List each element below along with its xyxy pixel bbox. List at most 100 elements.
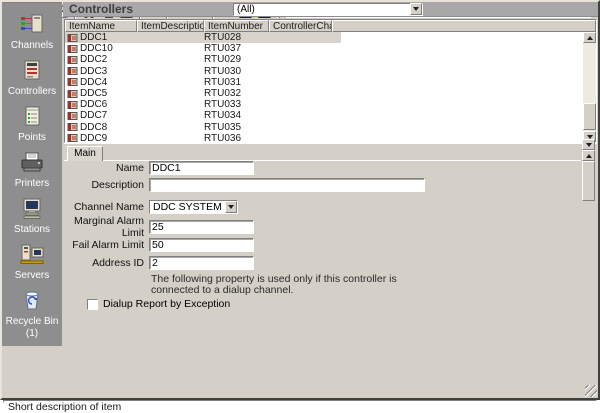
row-item-name: DDC9 bbox=[80, 133, 107, 142]
controller-icon bbox=[67, 44, 78, 54]
controller-icon bbox=[67, 122, 78, 132]
sidebar-item-label: Points bbox=[4, 132, 60, 143]
controllers-icon bbox=[19, 58, 45, 82]
controller-icon bbox=[67, 55, 78, 65]
row-item-name: DDC1 bbox=[80, 32, 107, 43]
sidebar-item-label: Recycle Bin bbox=[4, 316, 60, 327]
chevron-down-icon bbox=[413, 7, 419, 11]
name-input[interactable] bbox=[149, 161, 254, 175]
chevron-up-icon bbox=[586, 154, 592, 158]
sidebar-item-points[interactable]: Points bbox=[4, 104, 60, 143]
resize-grip[interactable] bbox=[585, 385, 597, 397]
filter-dropdown-value: (All) bbox=[234, 4, 410, 15]
property-form: Main Name Description Channel Name DDC S… bbox=[64, 143, 597, 144]
row-item-number: RTU030 bbox=[204, 66, 269, 77]
row-item-number: RTU032 bbox=[204, 88, 269, 99]
quick-builder-window: Quick Builder - I:\bei fen\DY\r200 DELL.… bbox=[0, 0, 600, 400]
servers-icon bbox=[19, 242, 45, 266]
row-item-name: DDC2 bbox=[80, 54, 107, 65]
row-item-number: RTU036 bbox=[204, 133, 269, 142]
row-item-number: RTU029 bbox=[204, 54, 269, 65]
description-input[interactable] bbox=[149, 178, 425, 192]
scroll-thumb[interactable] bbox=[582, 161, 595, 201]
table-row[interactable]: DDC8 RTU035 bbox=[65, 122, 583, 133]
row-item-name: DDC3 bbox=[80, 66, 107, 77]
column-header-itemname[interactable]: ItemName bbox=[65, 20, 137, 32]
table-row[interactable]: DDC1 RTU028 bbox=[65, 32, 583, 43]
dialup-checkbox-label: Dialup Report by Exception bbox=[103, 298, 230, 310]
table-row[interactable]: DDC6 RTU033 bbox=[65, 99, 583, 110]
table-row[interactable]: DDC3 RTU030 bbox=[65, 66, 583, 77]
controller-icon bbox=[67, 66, 78, 76]
scroll-down-button[interactable] bbox=[582, 139, 595, 150]
marginal-alarm-limit-input[interactable] bbox=[149, 220, 254, 234]
row-item-number: RTU033 bbox=[204, 99, 269, 110]
row-item-name: DDC5 bbox=[80, 88, 107, 99]
sidebar-item-label: Servers bbox=[4, 270, 60, 281]
row-item-number: RTU031 bbox=[204, 77, 269, 88]
column-header-itemdescription[interactable]: ItemDescription bbox=[137, 20, 204, 32]
row-item-name: DDC6 bbox=[80, 99, 107, 110]
channel-name-select[interactable]: DDC SYSTEM bbox=[149, 200, 238, 214]
scroll-track[interactable] bbox=[583, 43, 596, 131]
table-row[interactable]: DDC7 RTU034 bbox=[65, 110, 583, 121]
controller-icon bbox=[67, 133, 78, 142]
sidebar: Channels Controllers Points Printers Sta… bbox=[2, 2, 62, 346]
sidebar-item-servers[interactable]: Servers bbox=[4, 242, 60, 281]
controller-icon bbox=[67, 77, 78, 87]
tab-main[interactable]: Main bbox=[67, 146, 103, 161]
view-title: Controllers bbox=[63, 2, 233, 16]
sidebar-item-channels[interactable]: Channels bbox=[4, 12, 60, 51]
dialup-checkbox-row: Dialup Report by Exception bbox=[87, 298, 230, 310]
sidebar-item-stations[interactable]: Stations bbox=[4, 196, 60, 235]
fail-alarm-limit-input[interactable] bbox=[149, 238, 254, 252]
sidebar-item-label: Stations bbox=[4, 224, 60, 235]
address-id-label: Address ID bbox=[64, 257, 149, 269]
dialup-checkbox[interactable] bbox=[87, 299, 98, 310]
table-row[interactable]: DDC5 RTU032 bbox=[65, 88, 583, 99]
filter-drop-button[interactable] bbox=[410, 3, 422, 15]
marginal-alarm-limit-label: Marginal Alarm Limit bbox=[64, 215, 149, 239]
printers-icon bbox=[19, 150, 45, 174]
name-label: Name bbox=[64, 162, 149, 174]
scroll-thumb[interactable] bbox=[583, 103, 596, 130]
row-item-number: RTU035 bbox=[204, 122, 269, 133]
row-item-name: DDC8 bbox=[80, 122, 107, 133]
recycle-bin-icon bbox=[19, 288, 45, 312]
description-label: Description bbox=[64, 179, 149, 191]
filter-dropdown[interactable]: (All) bbox=[233, 3, 423, 16]
scroll-up-button[interactable] bbox=[583, 32, 596, 43]
channel-name-value: DDC SYSTEM bbox=[150, 201, 225, 213]
chevron-down-icon bbox=[586, 143, 592, 147]
tab-strip: Main bbox=[64, 146, 581, 161]
column-header-itemnumber[interactable]: ItemNumber bbox=[204, 20, 269, 32]
column-header-filler bbox=[332, 20, 596, 32]
controller-icon bbox=[67, 89, 78, 99]
sidebar-item-controllers[interactable]: Controllers bbox=[4, 58, 60, 97]
row-item-number: RTU028 bbox=[204, 32, 269, 43]
chevron-down-icon bbox=[228, 205, 234, 209]
channel-name-label: Channel Name bbox=[64, 201, 149, 213]
sidebar-item-printers[interactable]: Printers bbox=[4, 150, 60, 189]
address-id-input[interactable] bbox=[149, 256, 254, 270]
sidebar-item-recycle-bin[interactable]: Recycle Bin (1) bbox=[4, 288, 60, 339]
sidebar-item-label: Printers bbox=[4, 178, 60, 189]
table-row[interactable]: DDC10 RTU037 bbox=[65, 43, 583, 54]
chevron-up-icon bbox=[587, 36, 593, 40]
row-item-name: DDC4 bbox=[80, 77, 107, 88]
view-header: Controllers (All) bbox=[63, 2, 598, 17]
sidebar-item-label: Controllers bbox=[4, 86, 60, 97]
table-row[interactable]: DDC2 RTU029 bbox=[65, 54, 583, 65]
list-vertical-scrollbar[interactable] bbox=[583, 32, 596, 142]
sidebar-item-label: Channels bbox=[4, 40, 60, 51]
table-row[interactable]: DDC4 RTU031 bbox=[65, 77, 583, 88]
channel-name-drop-button[interactable] bbox=[225, 201, 237, 213]
table-row[interactable]: DDC9 RTU036 bbox=[65, 133, 583, 142]
column-header-controllerchannel[interactable]: ControllerChann... bbox=[269, 20, 332, 32]
dialup-note-line2: connected to a dialup channel. bbox=[151, 285, 421, 296]
scroll-up-button[interactable] bbox=[582, 150, 595, 161]
row-item-name: DDC7 bbox=[80, 110, 107, 121]
chevron-down-icon bbox=[587, 135, 593, 139]
controller-icon bbox=[67, 111, 78, 121]
row-item-name: DDC10 bbox=[80, 43, 113, 54]
